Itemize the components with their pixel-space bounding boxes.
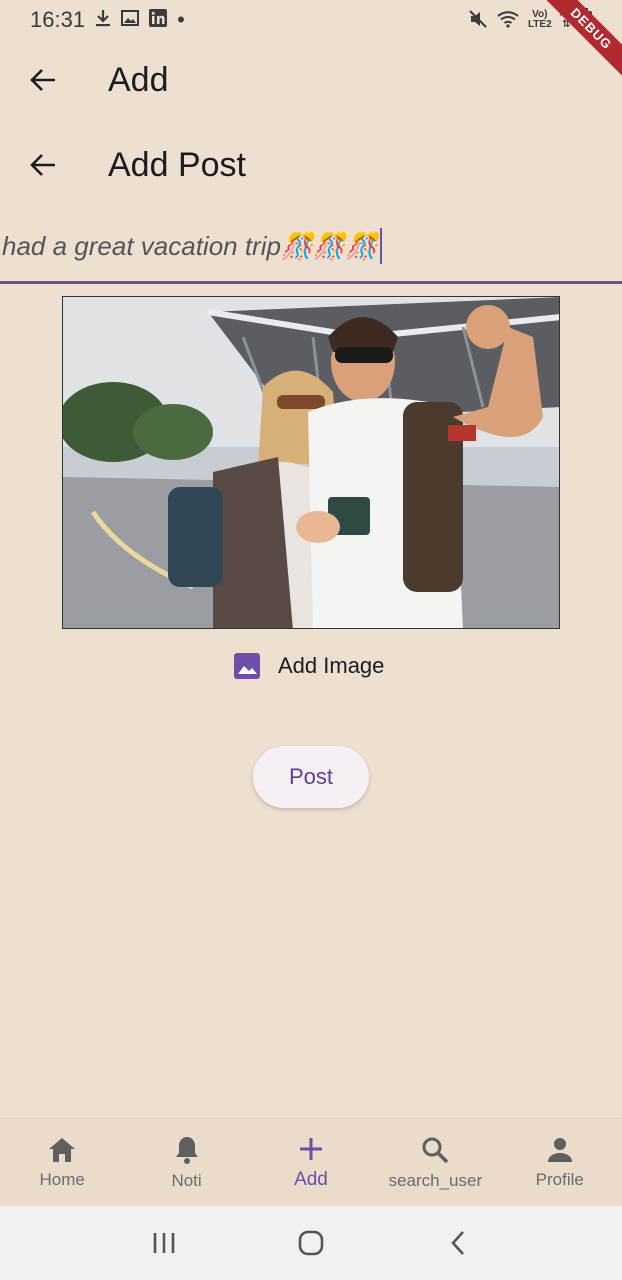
network-line2: LTE2 — [527, 19, 552, 30]
recent-apps-button[interactable] — [134, 1213, 194, 1273]
add-image-label: Add Image — [278, 653, 385, 678]
download-icon — [95, 9, 111, 32]
image-icon — [234, 653, 260, 679]
text-caret — [380, 228, 383, 264]
nav-home-label: Home — [39, 1169, 85, 1189]
plus-icon — [299, 1137, 322, 1160]
search-icon — [422, 1137, 449, 1163]
nav-profile[interactable]: Profile — [498, 1136, 622, 1190]
inner-app-bar: Add Post — [0, 125, 622, 205]
nav-noti-label: Noti — [171, 1170, 202, 1190]
wifi-icon — [496, 9, 520, 32]
nav-add[interactable]: Add — [249, 1135, 373, 1191]
linkedin-icon — [149, 8, 168, 32]
nav-notifications[interactable]: Noti — [125, 1135, 249, 1191]
add-image-button[interactable]: Add Image — [232, 646, 384, 686]
mute-icon — [468, 9, 488, 32]
home-circle-icon — [298, 1230, 324, 1256]
network-label: Vo) LTE2 — [528, 10, 552, 30]
nav-profile-label: Profile — [535, 1169, 584, 1189]
home-icon — [49, 1137, 76, 1162]
nav-search-user[interactable]: search_user — [373, 1135, 497, 1191]
outer-app-bar: Add — [0, 40, 622, 120]
notification-dot: • — [177, 7, 185, 32]
back-system-button[interactable] — [428, 1213, 488, 1273]
recent-apps-icon — [153, 1233, 174, 1253]
bell-icon — [175, 1136, 198, 1164]
outer-page-title: Add — [108, 60, 169, 99]
nav-add-label: Add — [294, 1168, 328, 1190]
caption-input[interactable]: had a great vacation trip🎊🎊🎊 — [0, 218, 622, 284]
inner-back-button[interactable] — [8, 130, 78, 200]
caption-text-field[interactable]: had a great vacation trip🎊🎊🎊 — [2, 228, 383, 264]
back-arrow-icon — [30, 69, 55, 91]
page-title: Add Post — [108, 145, 246, 184]
system-navigation-bar — [0, 1206, 622, 1280]
gallery-icon — [121, 9, 140, 31]
status-time: 16:31 — [30, 7, 86, 32]
selected-photo — [62, 296, 560, 629]
caption-value: had a great vacation trip🎊🎊🎊 — [2, 230, 379, 261]
back-arrow-icon — [30, 154, 55, 176]
bottom-navigation: Home Noti Add search_user Profile — [0, 1118, 622, 1206]
back-chevron-icon — [451, 1231, 465, 1255]
nav-home[interactable]: Home — [0, 1136, 124, 1190]
status-bar: 16:31 • Vo) LTE2 4G ⇅ — [0, 0, 622, 40]
outer-back-button[interactable] — [8, 45, 78, 115]
person-icon — [547, 1137, 572, 1162]
nav-search-user-label: search_user — [388, 1170, 483, 1190]
post-button[interactable]: Post — [253, 746, 369, 808]
status-left: 16:31 • — [30, 7, 185, 33]
home-system-button[interactable] — [281, 1213, 341, 1273]
